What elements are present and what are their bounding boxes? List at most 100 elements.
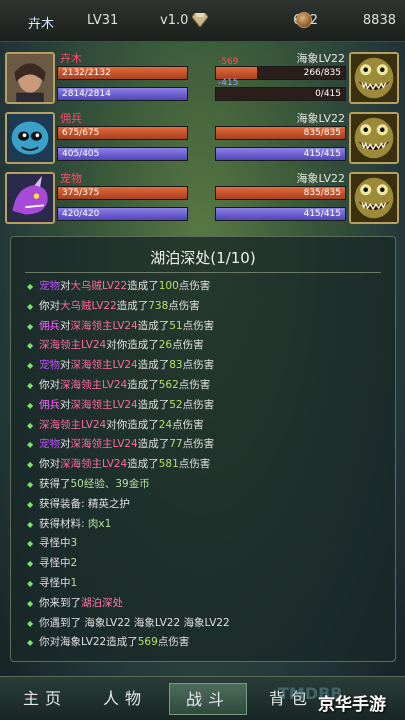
game-version: v1.0	[160, 13, 189, 28]
log-segment: 获得材料:	[39, 517, 88, 530]
log-segment: 点伤害	[182, 319, 215, 332]
bullet-icon: ◆	[27, 361, 34, 371]
log-entry: ◆ 佣兵对深海领主LV24造成了52点伤害	[27, 396, 387, 416]
tab-home[interactable]: 主页	[6, 683, 84, 715]
log-segment: 77	[169, 438, 183, 451]
log-entry: ◆ 你对海象LV22造成了569点伤害	[27, 633, 387, 653]
log-segment: 你	[116, 339, 128, 352]
log-segment: 对	[60, 280, 71, 292]
gold-count: 8838	[362, 13, 396, 28]
walrus-monster-portrait[interactable]	[349, 172, 399, 224]
hp-damage-popup: -569	[218, 57, 239, 67]
log-segment: 湖泊深处	[81, 596, 123, 609]
bullet-icon: ◆	[27, 440, 34, 450]
log-segment: 点伤害	[172, 339, 204, 352]
ally-hp-text: 2132/2132	[62, 68, 111, 78]
walrus-monster-portrait[interactable]	[349, 112, 399, 164]
ally-hp-text: 375/375	[62, 188, 100, 198]
hero-portrait[interactable]	[5, 52, 55, 104]
enemy-mp-text: 415/415	[303, 209, 341, 219]
battle-log-panel[interactable]: 湖泊深处(1/10) ◆ 宠物对大乌贼LV22造成了100点伤害 ◆ 你对大乌贼LV2…	[10, 236, 396, 662]
log-entry: ◆ 寻怪中1	[27, 574, 387, 594]
log-segment: 点伤害	[182, 359, 215, 372]
dungeon-title: 湖泊深处(1/10)	[150, 249, 256, 267]
log-segment: 深海领主LV24	[39, 418, 107, 431]
bullet-icon: ◆	[27, 341, 34, 351]
ally-name: 宠物	[60, 172, 82, 185]
coin-icon	[296, 12, 312, 28]
ally-hp-bar: 675/675	[57, 126, 188, 140]
bullet-icon: ◆	[27, 598, 34, 608]
log-segment: 佣兵	[39, 398, 60, 411]
log-entry: ◆ 寻怪中2	[27, 554, 387, 574]
log-segment: 深海领主LV24	[70, 438, 138, 451]
bullet-icon: ◆	[27, 380, 34, 390]
log-entry: ◆ 寻怪中3	[27, 534, 387, 554]
log-segment: 点伤害	[157, 636, 190, 649]
party-row: 卉木 2132/2132 2814/2814 海象LV22 266/835 0/415 -5…	[0, 50, 405, 108]
bullet-icon: ◆	[27, 519, 34, 529]
walrus-monster-portrait[interactable]	[349, 52, 399, 104]
player-name[interactable]: 卉木	[28, 13, 54, 32]
panel-divider	[25, 272, 381, 273]
log-entry: ◆ 深海领主LV24对你造成了26点伤害	[27, 336, 387, 356]
mercenary-portrait[interactable]	[5, 112, 55, 164]
bullet-icon: ◆	[27, 420, 34, 430]
bullet-icon: ◆	[27, 618, 34, 628]
log-entry: ◆ 深海领主LV24对你造成了24点伤害	[27, 416, 387, 436]
log-segment: 24	[158, 418, 173, 431]
log-segment: 宠物	[39, 438, 60, 451]
bullet-icon: ◆	[27, 499, 34, 509]
ally-mp-bar: 420/420	[57, 207, 188, 221]
log-segment: 深海领主LV24	[70, 319, 138, 332]
log-segment: 你	[39, 299, 50, 312]
log-segment: 你对海象LV22造成了	[39, 636, 138, 649]
ally-mp-bar: 405/405	[57, 147, 188, 161]
log-segment: 造成了	[127, 280, 159, 292]
log-segment: 你	[39, 596, 50, 609]
diamond-icon	[192, 13, 208, 27]
bullet-icon: ◆	[27, 460, 34, 470]
log-segment: 造成了	[127, 418, 159, 431]
log-segment: 对	[49, 458, 61, 471]
log-segment: 造成了	[127, 378, 159, 391]
bullet-icon: ◆	[27, 539, 34, 549]
ally-mp-text: 420/420	[62, 209, 100, 219]
log-segment: 寻怪中	[39, 557, 71, 570]
log-segment: 寻怪中	[39, 537, 71, 550]
log-segment: 1	[70, 576, 78, 589]
log-segment: 点伤害	[178, 280, 211, 292]
pet-dragon-portrait[interactable]	[5, 172, 55, 224]
log-segment: 佣兵	[39, 319, 60, 332]
log-segment: 获得了	[39, 477, 71, 490]
ally-mp-text: 405/405	[62, 149, 100, 159]
log-segment: 你遇到了 海象LV22 海象LV22 海象LV22	[39, 616, 230, 629]
log-entry: ◆ 宠物对大乌贼LV22造成了100点伤害	[27, 277, 387, 297]
enemy-name: 海象LV22	[296, 52, 345, 65]
log-segment: 深海领主LV24	[70, 398, 138, 411]
party-row: 宠物 375/375 420/420 海象LV22 835/835 415/415	[0, 170, 405, 228]
log-segment: 深海领主LV24	[60, 378, 128, 391]
log-entry: ◆ 你对深海领主LV24造成了581点伤害	[27, 455, 387, 475]
log-segment: 点伤害	[168, 299, 200, 312]
bullet-icon: ◆	[27, 559, 34, 569]
tab-character[interactable]: 人物	[86, 683, 164, 715]
log-segment: 52	[169, 398, 183, 411]
enemy-mp-bar: 0/415	[215, 87, 346, 101]
log-segment: 对	[60, 398, 71, 411]
log-segment: 宠物	[39, 280, 60, 292]
log-entry: ◆ 你来到了湖泊深处	[27, 594, 387, 614]
log-segment: 50经验、39金币	[70, 477, 150, 490]
log-segment: 对	[60, 438, 71, 451]
log-segment: 点伤害	[178, 378, 211, 391]
log-segment: 51	[169, 319, 183, 332]
bullet-icon: ◆	[27, 321, 34, 331]
enemy-mp-text: 0/415	[315, 89, 341, 99]
log-segment: 造成了	[116, 299, 149, 312]
log-segment: 738	[148, 299, 169, 312]
tab-battle[interactable]: 战斗	[169, 683, 247, 715]
log-segment: 大乌贼LV22	[70, 280, 128, 292]
log-segment: 对	[106, 418, 117, 431]
log-segment: 造成了	[137, 359, 170, 372]
enemy-hp-bar: 835/835	[215, 186, 346, 200]
